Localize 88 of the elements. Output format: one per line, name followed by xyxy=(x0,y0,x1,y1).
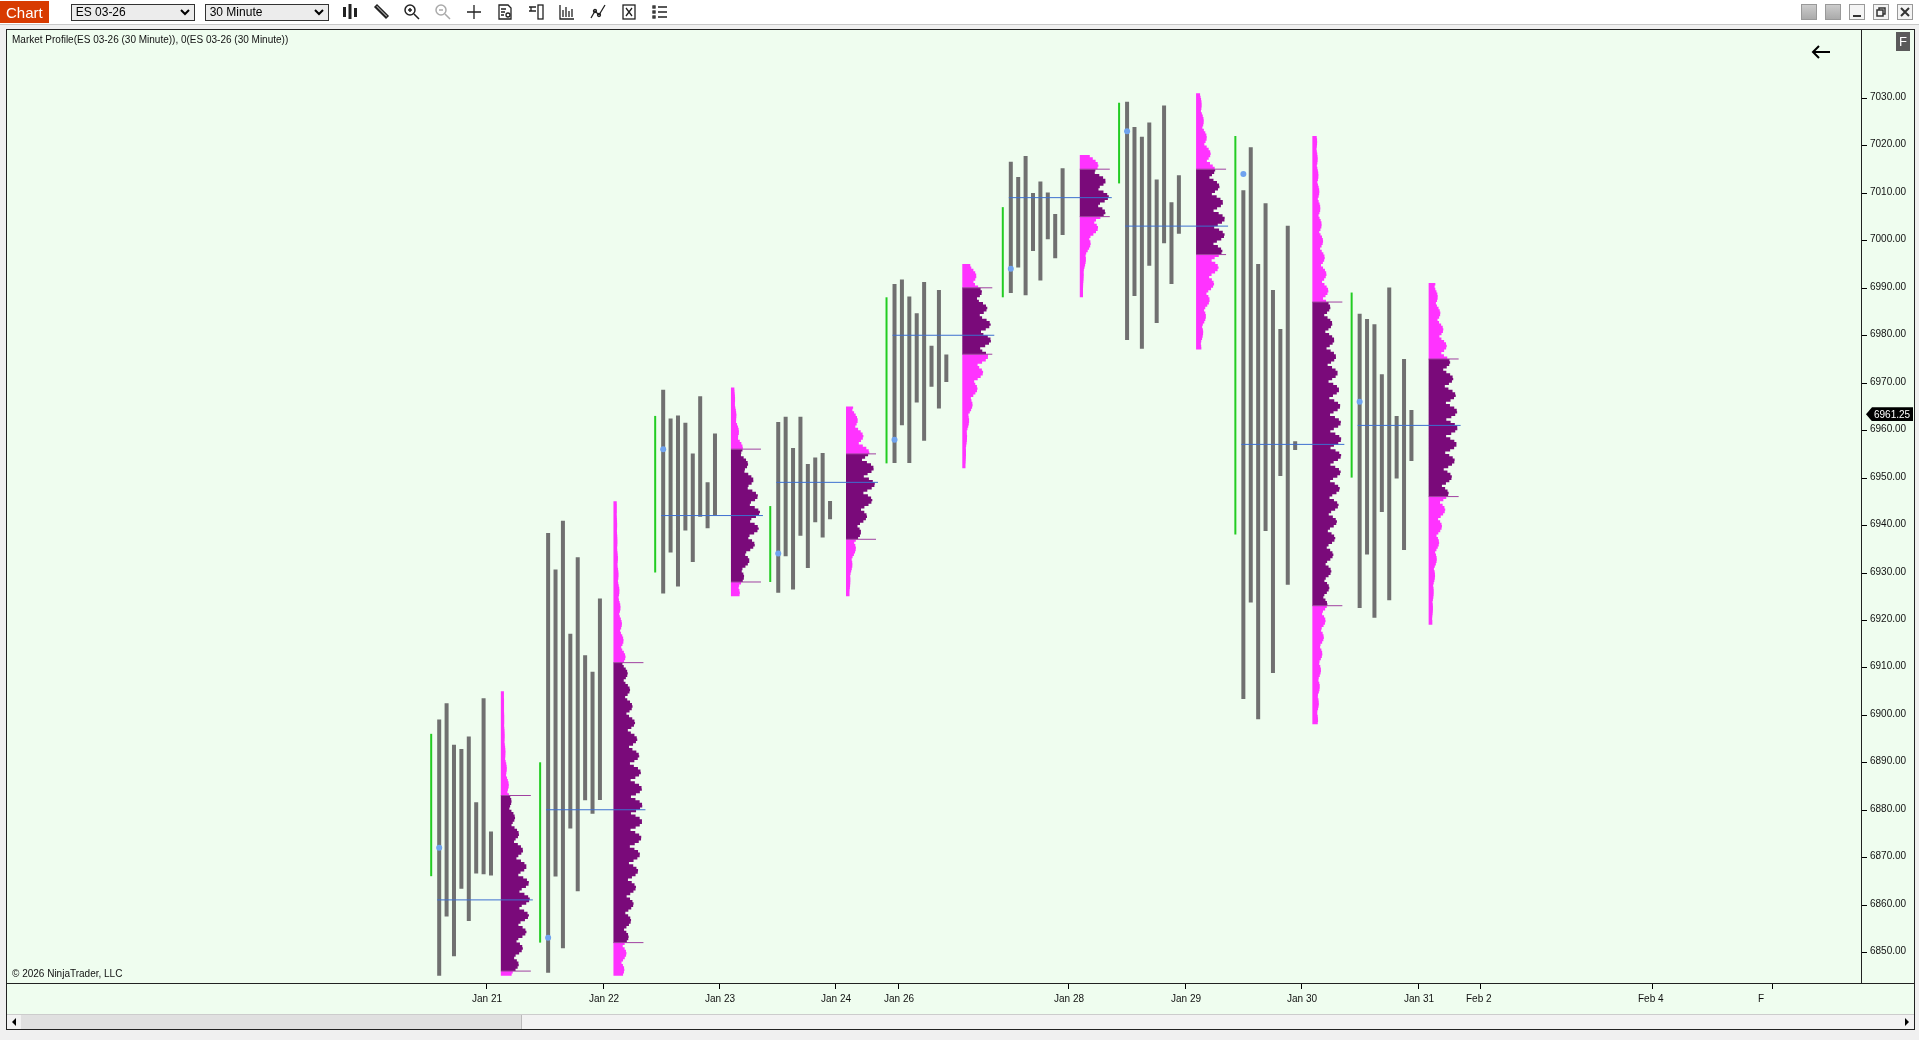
price-label: 7000.00 xyxy=(1870,233,1907,245)
date-label: Jan 26 xyxy=(884,993,915,1004)
price-label: 6850.00 xyxy=(1870,945,1907,957)
axis-tick xyxy=(1862,714,1867,716)
axis-tick xyxy=(1862,382,1867,384)
price-label: 6980.00 xyxy=(1870,328,1907,340)
volume-icon xyxy=(556,2,577,22)
minimize-button[interactable] xyxy=(1849,4,1865,20)
price-label: 6900.00 xyxy=(1870,707,1907,719)
date-label: Feb 2 xyxy=(1466,993,1492,1004)
axis-tick xyxy=(1480,984,1481,989)
close-icon xyxy=(1900,7,1910,17)
caret-icon xyxy=(179,8,190,16)
axis-tick xyxy=(1862,809,1867,811)
date-label: Jan 28 xyxy=(1054,993,1085,1004)
left-arrow-icon xyxy=(11,1018,17,1026)
price-label: 6960.00 xyxy=(1870,423,1907,435)
price-label: 7030.00 xyxy=(1870,91,1907,102)
axis-tick xyxy=(1862,572,1867,574)
date-label: Jan 29 xyxy=(1171,993,1202,1004)
axis-tick xyxy=(1301,984,1302,989)
date-label: Jan 24 xyxy=(821,993,852,1004)
axis-tick xyxy=(1862,430,1867,432)
axis-tick xyxy=(486,984,487,989)
date-label: Jan 22 xyxy=(589,993,620,1004)
date-label: F xyxy=(1758,993,1765,1004)
date-label: Jan 31 xyxy=(1404,993,1435,1004)
price-label: 6940.00 xyxy=(1870,518,1907,530)
axis-tick xyxy=(1862,525,1867,527)
date-label: Jan 23 xyxy=(705,993,736,1004)
date-label: Jan 30 xyxy=(1287,993,1318,1004)
date-label: Jan 21 xyxy=(472,993,503,1004)
zoom-in-icon xyxy=(401,2,422,22)
instrument-dropdown[interactable]: ES 03-26 xyxy=(70,3,195,21)
axis-tick xyxy=(719,984,720,989)
axis-tick xyxy=(1862,667,1867,669)
price-label: 6870.00 xyxy=(1870,850,1907,862)
axis-tick xyxy=(1652,984,1653,989)
price-label: 6880.00 xyxy=(1870,802,1907,814)
caret-icon xyxy=(313,8,324,16)
price-label: 6890.00 xyxy=(1870,755,1907,767)
axis-tick xyxy=(835,984,836,989)
price-label: 6990.00 xyxy=(1870,280,1907,292)
restore-icon xyxy=(1876,7,1886,17)
axis-tick xyxy=(603,984,604,989)
list-icon xyxy=(649,2,670,22)
axis-tick xyxy=(1862,98,1867,99)
axis-tick xyxy=(1185,984,1186,989)
right-arrow-icon xyxy=(1904,1018,1910,1026)
scroll-right-button[interactable] xyxy=(1900,1015,1914,1029)
zoom-out-icon xyxy=(432,2,453,22)
price-label: 6920.00 xyxy=(1870,612,1907,624)
date-label: Feb 4 xyxy=(1638,993,1664,1004)
scroll-left-button[interactable] xyxy=(7,1015,21,1029)
axis-tick xyxy=(1862,619,1867,621)
interval-dropdown[interactable]: 30 Minute xyxy=(204,3,329,21)
minimize-icon xyxy=(1853,14,1861,17)
current-price-marker: 6961.25 xyxy=(1866,407,1914,422)
price-label: 7020.00 xyxy=(1870,138,1907,150)
axis-tick xyxy=(1862,762,1867,764)
axis-tick xyxy=(1862,240,1867,242)
price-label: 6910.00 xyxy=(1870,660,1907,672)
chart-tab[interactable]: Chart xyxy=(0,1,49,23)
axis-tick xyxy=(898,984,899,989)
axis-tick xyxy=(1862,287,1867,289)
copyright-text: © 2026 NinjaTrader, LLC xyxy=(12,968,123,979)
price-label: 6970.00 xyxy=(1870,375,1907,387)
price-label: 6930.00 xyxy=(1870,565,1907,577)
indicator-label: Market Profile(ES 03-26 (30 Minute)), 0(ES 03-26 (30 Minute)) xyxy=(12,34,289,45)
axis-tick xyxy=(1862,145,1867,147)
scrollbar-thumb[interactable] xyxy=(521,1015,1900,1029)
price-label: 6860.00 xyxy=(1870,897,1907,909)
price-label: 7010.00 xyxy=(1870,185,1907,197)
axis-tick xyxy=(1862,952,1867,954)
price-label: 6950.00 xyxy=(1870,470,1907,482)
axis-tick xyxy=(1862,857,1867,859)
badge[interactable]: F xyxy=(1896,32,1910,51)
back-arrow-icon[interactable] xyxy=(1811,45,1831,59)
close-button[interactable] xyxy=(1897,4,1913,20)
axis-tick xyxy=(1772,984,1773,989)
axis-tick xyxy=(1862,192,1867,194)
axis-tick xyxy=(1862,335,1867,337)
axis-tick xyxy=(1862,477,1867,479)
horizontal-scrollbar[interactable] xyxy=(7,1014,1914,1029)
axis-tick xyxy=(1418,984,1419,989)
axis-tick xyxy=(1862,904,1867,906)
restore-button[interactable] xyxy=(1873,4,1889,20)
axis-tick xyxy=(1068,984,1069,989)
